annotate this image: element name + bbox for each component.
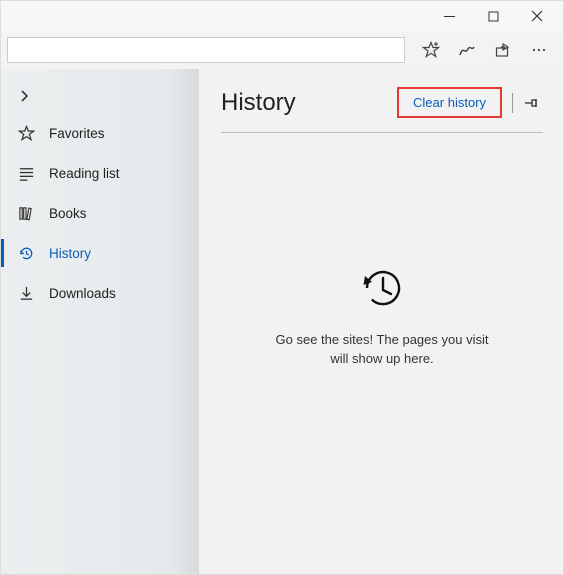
divider xyxy=(512,93,513,113)
header-right: Clear history xyxy=(397,87,543,118)
history-empty-icon xyxy=(357,263,407,313)
body: Favorites Reading list xyxy=(1,69,563,574)
titlebar xyxy=(1,1,563,31)
pin-icon[interactable] xyxy=(519,91,543,115)
empty-text: Go see the sites! The pages you visit wi… xyxy=(276,331,489,369)
sidebar-item-label: Favorites xyxy=(49,126,105,141)
books-icon xyxy=(17,204,35,222)
sidebar-item-favorites[interactable]: Favorites xyxy=(1,113,199,153)
favorite-add-icon[interactable] xyxy=(413,32,449,68)
share-icon[interactable] xyxy=(485,32,521,68)
window: Favorites Reading list xyxy=(0,0,564,575)
history-icon xyxy=(17,244,35,262)
empty-line1: Go see the sites! The pages you visit xyxy=(276,332,489,347)
sidebar-item-books[interactable]: Books xyxy=(1,193,199,233)
sidebar-item-downloads[interactable]: Downloads xyxy=(1,273,199,313)
main-panel: History Clear history xyxy=(199,69,563,574)
list-icon xyxy=(17,164,35,182)
back-button[interactable] xyxy=(1,79,199,113)
maximize-button[interactable] xyxy=(471,1,515,31)
toolbar xyxy=(1,31,563,69)
main-header: History Clear history xyxy=(221,81,543,128)
sidebar-item-label: History xyxy=(49,246,91,261)
close-button[interactable] xyxy=(515,1,559,31)
ink-icon[interactable] xyxy=(449,32,485,68)
page-title: History xyxy=(221,89,296,117)
star-icon xyxy=(17,124,35,142)
sidebar-item-reading-list[interactable]: Reading list xyxy=(1,153,199,193)
sidebar-item-label: Reading list xyxy=(49,166,120,181)
empty-state: Go see the sites! The pages you visit wi… xyxy=(221,133,543,574)
address-bar[interactable] xyxy=(7,37,405,63)
minimize-button[interactable] xyxy=(427,1,471,31)
empty-line2: will show up here. xyxy=(330,351,433,366)
more-icon[interactable] xyxy=(521,32,557,68)
clear-history-button[interactable]: Clear history xyxy=(397,87,502,118)
sidebar-item-label: Books xyxy=(49,206,87,221)
sidebar: Favorites Reading list xyxy=(1,69,199,574)
sidebar-item-label: Downloads xyxy=(49,286,116,301)
sidebar-item-history[interactable]: History xyxy=(1,233,199,273)
download-icon xyxy=(17,284,35,302)
